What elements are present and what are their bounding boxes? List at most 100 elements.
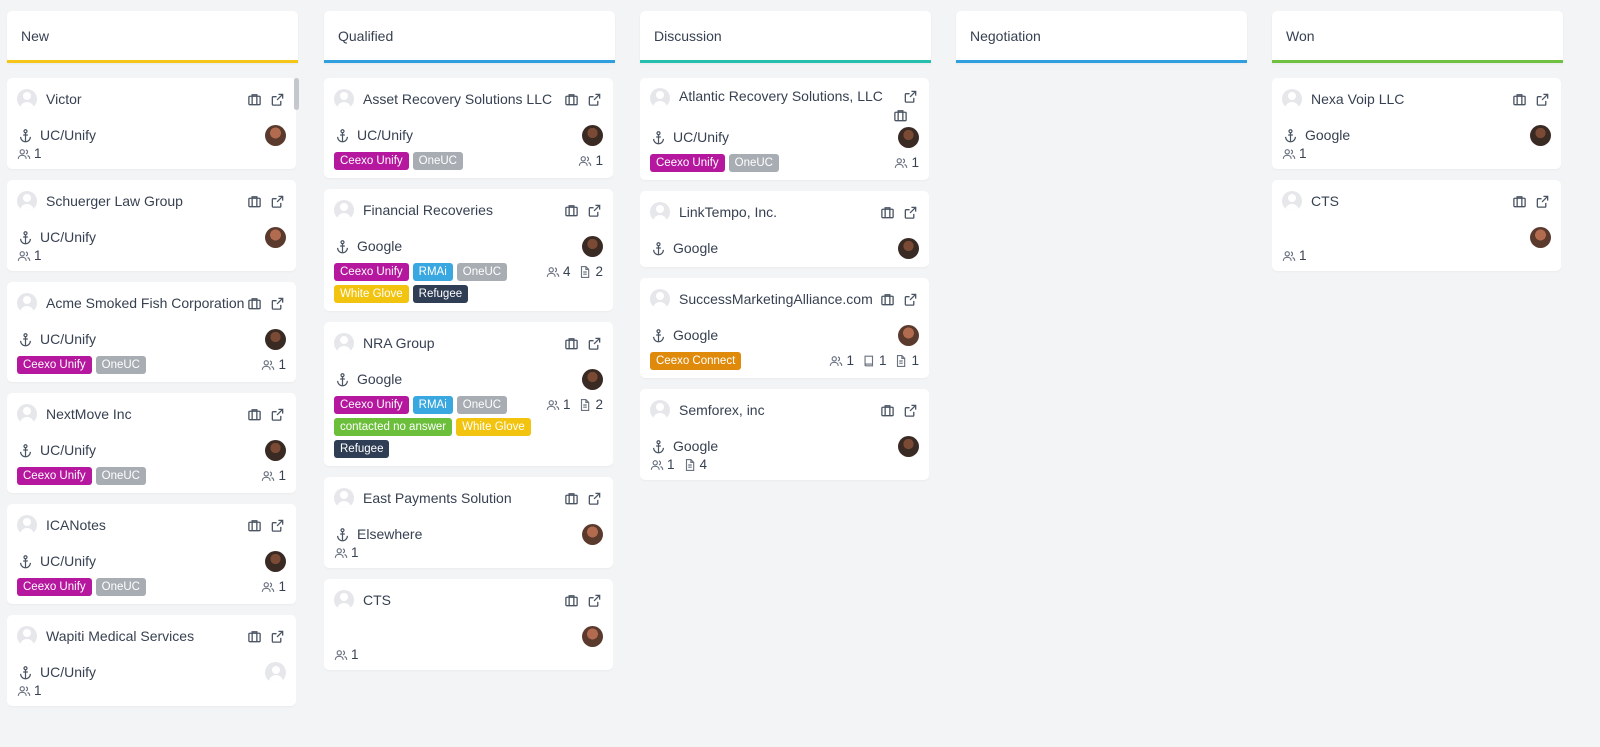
card-source-row: UC/Unify [17,439,286,461]
tag: RMAi [412,263,453,281]
card-name[interactable]: CTS [363,592,563,608]
owner-avatar[interactable] [265,661,286,683]
briefcase-icon[interactable] [246,295,263,312]
owner-avatar[interactable] [582,523,603,545]
external-link-icon[interactable] [269,193,286,210]
tag-list: Ceexo Unify OneUC [17,578,261,596]
card-name[interactable]: Semforex, inc [679,402,879,418]
column-title: Discussion [654,27,722,44]
deal-card[interactable]: Nexa Voip LLC Google 1 [1272,78,1561,169]
card-name[interactable]: Acme Smoked Fish Corporation [46,295,246,311]
external-link-icon[interactable] [1534,91,1551,108]
card-header: Schuerger Law Group [17,190,286,212]
briefcase-icon[interactable] [563,202,580,219]
external-link-icon[interactable] [586,592,603,609]
owner-avatar[interactable] [1530,124,1551,146]
card-source-row: UC/Unify [17,124,286,146]
briefcase-icon[interactable] [246,628,263,645]
owner-avatar[interactable] [582,235,603,257]
external-link-icon[interactable] [586,490,603,507]
card-name[interactable]: Nexa Voip LLC [1311,91,1511,107]
card-source-row [334,625,603,647]
deal-card[interactable]: LinkTempo, Inc. Google [640,191,929,267]
owner-avatar[interactable] [898,435,919,457]
external-link-icon[interactable] [269,91,286,108]
users-count: 1 [578,153,603,168]
card-name[interactable]: NRA Group [363,335,563,351]
briefcase-icon[interactable] [563,335,580,352]
external-link-icon[interactable] [902,291,919,308]
deal-card[interactable]: Semforex, inc Google 1 4 [640,389,929,480]
card-name[interactable]: Schuerger Law Group [46,193,246,209]
external-link-icon[interactable] [269,406,286,423]
card-name[interactable]: SuccessMarketingAlliance.com [679,291,879,307]
briefcase-icon[interactable] [892,107,909,124]
card-actions [246,295,286,312]
lead-source: Google [1305,127,1351,143]
briefcase-icon[interactable] [246,517,263,534]
deal-card[interactable]: Asset Recovery Solutions LLC UC/Unify Ceex… [324,78,613,178]
external-link-icon[interactable] [902,402,919,419]
card-name[interactable]: NextMove Inc [46,406,246,422]
card-name[interactable]: East Payments Solution [363,490,563,506]
deal-card[interactable]: NextMove Inc UC/Unify Ceexo Unify OneUC 1 [7,393,296,493]
briefcase-icon[interactable] [879,204,896,221]
owner-avatar[interactable] [582,368,603,390]
briefcase-icon[interactable] [1511,193,1528,210]
card-name[interactable]: Asset Recovery Solutions LLC [363,91,563,107]
owner-avatar[interactable] [265,550,286,572]
card-name[interactable]: LinkTempo, Inc. [679,204,879,220]
briefcase-icon[interactable] [879,402,896,419]
owner-avatar[interactable] [265,226,286,248]
deal-card[interactable]: NRA Group Google Ceexo Unify RMAi OneUC conta… [324,322,613,466]
deal-card[interactable]: Wapiti Medical Services UC/Unify 1 [7,615,296,706]
external-link-icon[interactable] [269,628,286,645]
card-name[interactable]: ICANotes [46,517,246,533]
briefcase-icon[interactable] [563,592,580,609]
external-link-icon[interactable] [902,204,919,221]
owner-avatar[interactable] [265,124,286,146]
external-link-icon[interactable] [586,91,603,108]
owner-avatar[interactable] [265,328,286,350]
briefcase-icon[interactable] [879,291,896,308]
card-header: SuccessMarketingAlliance.com [650,288,919,310]
card-name[interactable]: Wapiti Medical Services [46,628,246,644]
card-name[interactable]: Financial Recoveries [363,202,563,218]
owner-avatar[interactable] [582,625,603,647]
column-scrollbar[interactable] [294,78,299,110]
briefcase-icon[interactable] [246,91,263,108]
briefcase-icon[interactable] [1511,91,1528,108]
card-name[interactable]: Atlantic Recovery Solutions, LLC [679,88,892,104]
count-value: 1 [846,353,854,368]
briefcase-icon[interactable] [246,406,263,423]
deal-card[interactable]: East Payments Solution Elsewhere 1 [324,477,613,568]
deal-card[interactable]: SuccessMarketingAlliance.com Google Ceexo … [640,278,929,378]
users-icon [1282,147,1296,161]
briefcase-icon[interactable] [563,91,580,108]
card-name[interactable]: CTS [1311,193,1511,209]
deal-card[interactable]: Acme Smoked Fish Corporation UC/Unify Ceex… [7,282,296,382]
deal-card[interactable]: Schuerger Law Group UC/Unify 1 [7,180,296,271]
external-link-icon[interactable] [586,202,603,219]
briefcase-icon[interactable] [563,490,580,507]
owner-avatar[interactable] [898,237,919,259]
external-link-icon[interactable] [269,295,286,312]
owner-avatar[interactable] [898,126,919,148]
deal-card[interactable]: Victor UC/Unify 1 [7,78,296,169]
deal-card[interactable]: CTS 1 [324,579,613,670]
deal-card[interactable]: Atlantic Recovery Solutions, LLC UC/Unify… [640,78,929,180]
external-link-icon[interactable] [586,335,603,352]
card-name[interactable]: Victor [46,91,246,107]
external-link-icon[interactable] [269,517,286,534]
external-link-icon[interactable] [902,88,919,105]
external-link-icon[interactable] [1534,193,1551,210]
owner-avatar[interactable] [265,439,286,461]
card-actions [563,335,603,352]
owner-avatar[interactable] [1530,226,1551,248]
briefcase-icon[interactable] [246,193,263,210]
owner-avatar[interactable] [582,124,603,146]
deal-card[interactable]: ICANotes UC/Unify Ceexo Unify OneUC 1 [7,504,296,604]
deal-card[interactable]: CTS 1 [1272,180,1561,271]
deal-card[interactable]: Financial Recoveries Google Ceexo Unify RMA… [324,189,613,311]
owner-avatar[interactable] [898,324,919,346]
